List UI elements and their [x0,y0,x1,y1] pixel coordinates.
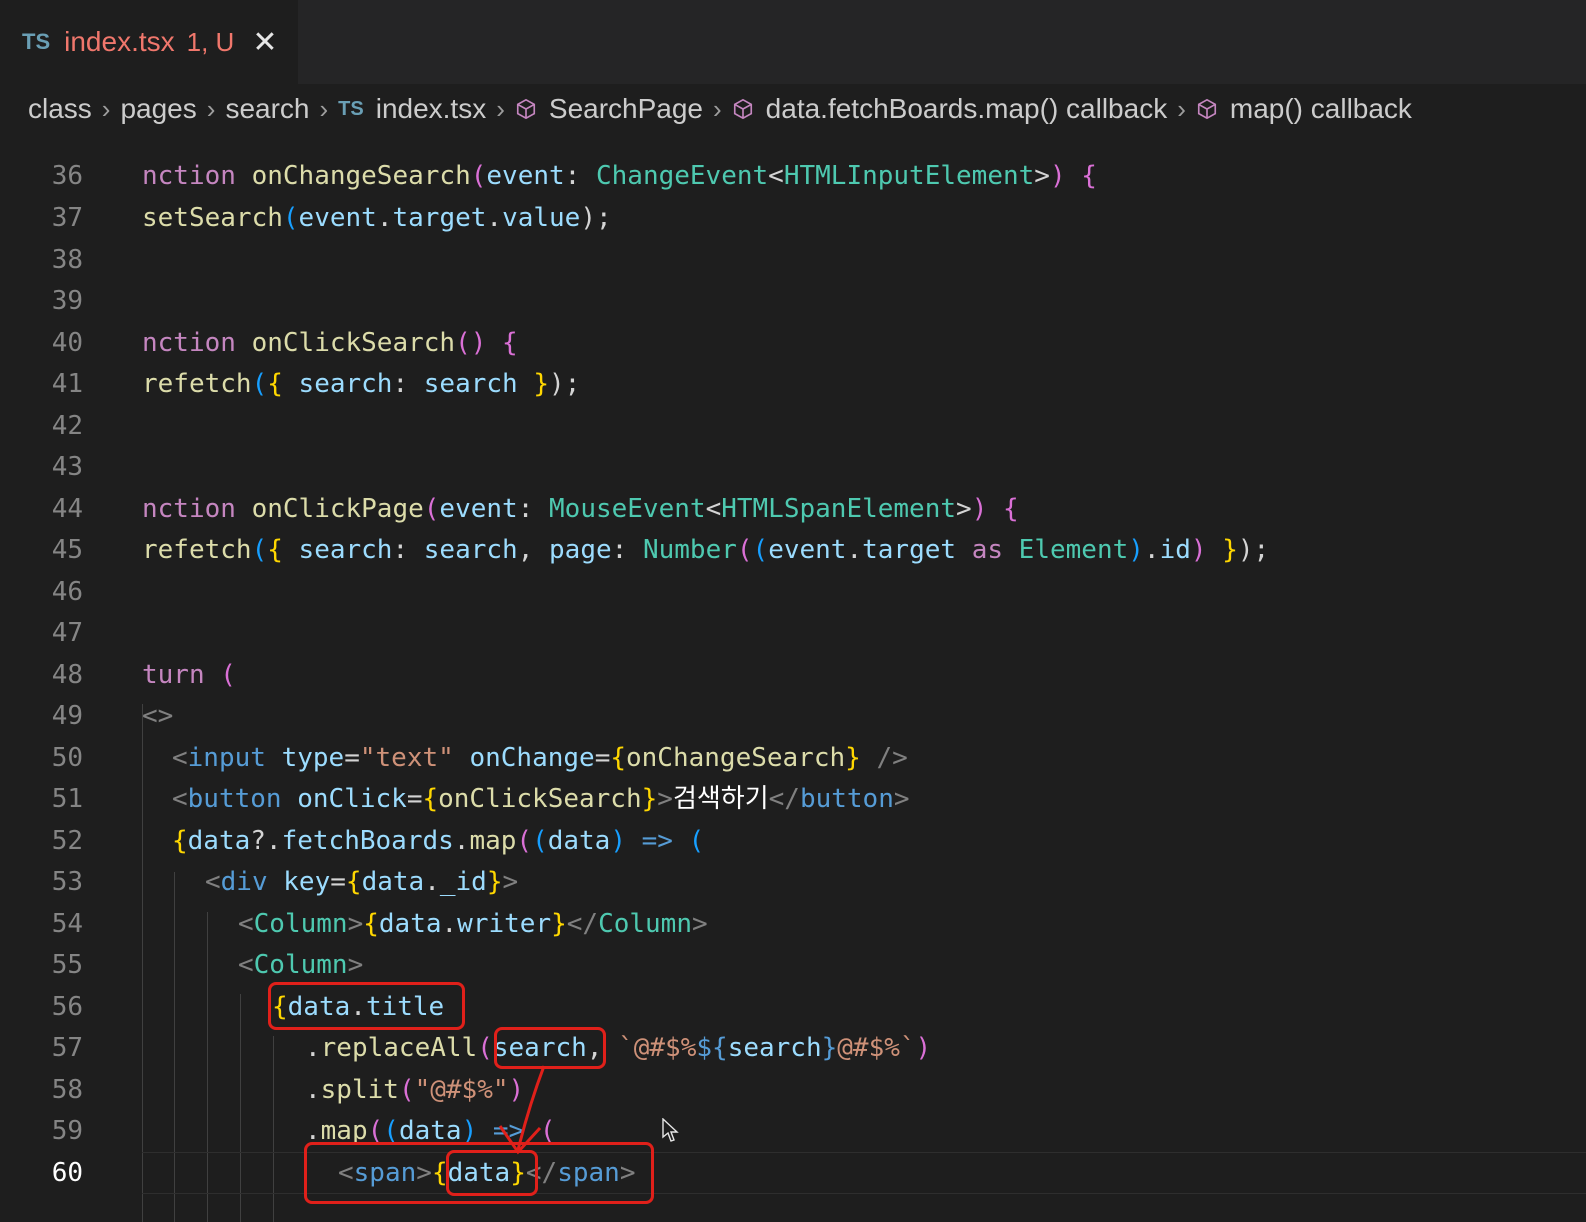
mouse-cursor-icon [662,1118,679,1142]
annotation-arrow [498,1065,546,1155]
